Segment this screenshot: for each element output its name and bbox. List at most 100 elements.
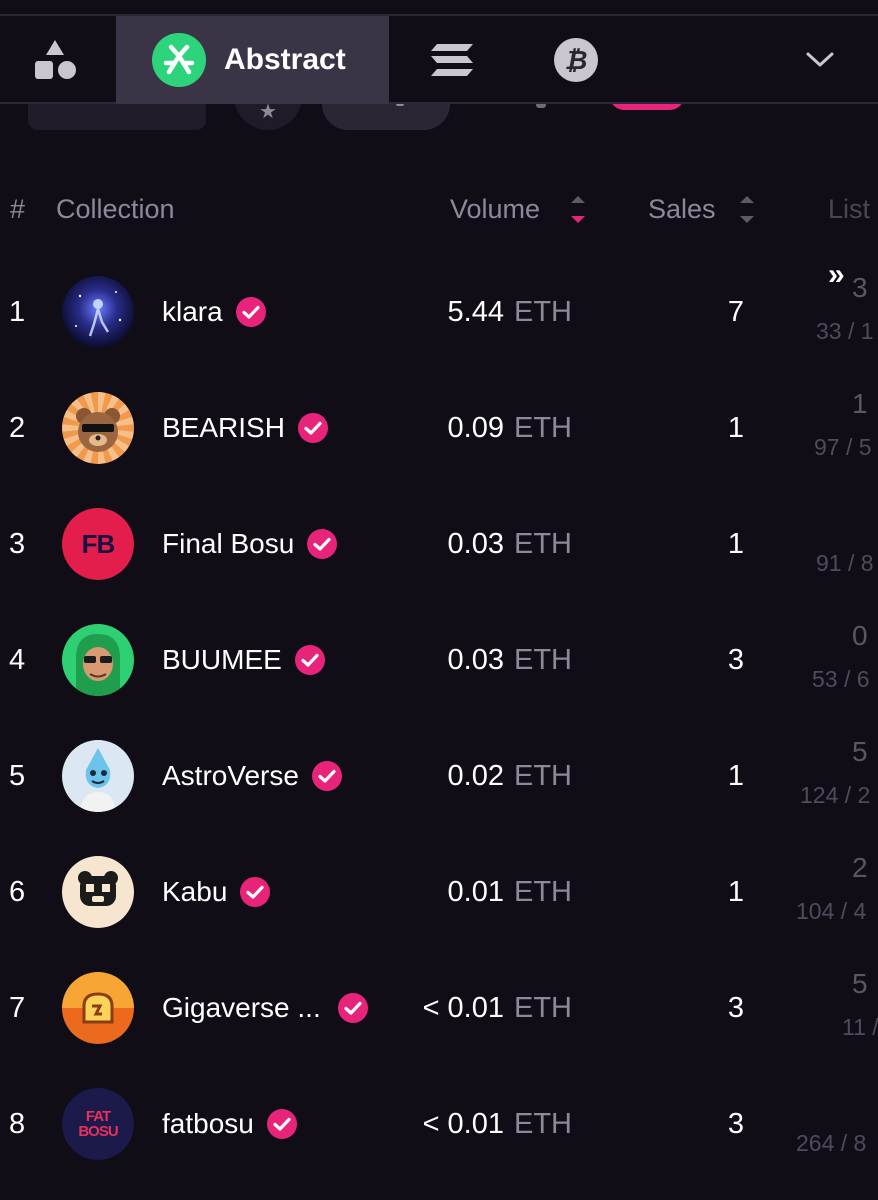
row-rank: 2 xyxy=(9,412,26,444)
collection-avatar xyxy=(62,276,134,348)
volume-cell: 0.03 ETH xyxy=(448,644,572,677)
row-rank: 4 xyxy=(9,644,26,676)
listed-ratio: 33 / 1 xyxy=(816,318,874,344)
collection-name-cell: Gigaverse ... xyxy=(162,992,369,1024)
table-row[interactable]: 1 klara 5.44 ETH 7 3 33 / 1 xyxy=(0,256,878,372)
header-rank: # xyxy=(10,194,26,224)
listed-ratio: 264 / 8 xyxy=(796,1130,867,1156)
volume-cell: 0.02 ETH xyxy=(448,760,572,793)
avatar-logo-text: FAT BOSU xyxy=(78,1108,118,1140)
collection-name[interactable]: klara xyxy=(162,296,223,328)
chain-dropdown-button[interactable] xyxy=(770,16,870,104)
tab-abstract[interactable]: Abstract xyxy=(116,16,389,104)
listed-value: 0 xyxy=(852,620,868,651)
volume-value: 0.09 xyxy=(447,412,504,444)
volume-value: 5.44 xyxy=(447,296,504,328)
verified-badge-icon xyxy=(240,877,271,907)
volume-unit: ETH xyxy=(514,296,572,328)
listed-ratio: 124 / 2 xyxy=(800,782,871,808)
volume-cell: 0.09 ETH xyxy=(448,412,572,445)
sales-value: 3 xyxy=(727,992,744,1024)
volume-value: 0.01 xyxy=(447,876,504,908)
collection-name-cell: Final Bosu xyxy=(162,528,338,560)
collection-avatar: FAT BOSU xyxy=(62,1088,134,1160)
collection-name[interactable]: Final Bosu xyxy=(162,528,294,560)
tab-abstract-label: Abstract xyxy=(224,43,346,76)
verified-badge-icon xyxy=(266,1109,297,1139)
collection-name[interactable]: AstroVerse xyxy=(162,760,299,792)
solana-logo-icon xyxy=(431,44,473,76)
sales-value: 1 xyxy=(727,876,744,908)
tab-solana[interactable] xyxy=(400,16,504,104)
volume-cell: < 0.01 ETH xyxy=(423,992,572,1025)
volume-unit: ETH xyxy=(514,992,572,1024)
header-volume-sort[interactable]: Volume xyxy=(450,194,540,225)
listed-value: 2 xyxy=(852,852,868,883)
verified-badge-icon xyxy=(311,761,342,791)
row-rank: 8 xyxy=(9,1108,26,1140)
bitcoin-logo-icon: ₿ xyxy=(554,38,598,82)
table-row[interactable]: 4 BUUMEE 0.03 ETH 3 0 53 / 6 xyxy=(0,604,878,720)
tab-all-chains[interactable] xyxy=(0,16,110,104)
collection-name[interactable]: BEARISH xyxy=(162,412,285,444)
listed-ratio: 104 / 4 xyxy=(796,898,867,924)
tab-bitcoin[interactable]: ₿ xyxy=(526,16,626,104)
volume-sort-icon[interactable] xyxy=(571,196,585,226)
collection-avatar xyxy=(62,740,134,812)
collections-page: Abstract ₿ ★ # Collection Volume Sales L… xyxy=(0,0,878,1200)
collection-name[interactable]: fatbosu xyxy=(162,1108,254,1140)
sales-sort-icon[interactable] xyxy=(740,196,754,226)
volume-value: 0.02 xyxy=(447,760,504,792)
volume-value: < 0.01 xyxy=(422,992,504,1024)
sales-value: 7 xyxy=(727,296,744,328)
listed-ratio: 91 / 8 xyxy=(816,550,874,576)
volume-unit: ETH xyxy=(514,760,572,792)
table-row[interactable]: 7 Gigaverse ... < 0.01 ETH 3 5 11 / xyxy=(0,952,878,1068)
table-row[interactable]: 8 FAT BOSU fatbosu < 0.01 ETH 3 264 / 8 xyxy=(0,1068,878,1184)
collection-name-cell: BUUMEE xyxy=(162,644,326,676)
verified-badge-icon xyxy=(337,993,368,1023)
volume-cell: < 0.01 ETH xyxy=(423,1108,572,1141)
header-listed[interactable]: List xyxy=(828,194,870,225)
row-rank: 1 xyxy=(9,296,26,328)
table-row[interactable]: 2 BEARISH 0.09 ETH 1 1 97 / 5 xyxy=(0,372,878,488)
collection-avatar xyxy=(62,392,134,464)
listed-value: 5 xyxy=(852,968,868,999)
listed-value: 5 xyxy=(852,736,868,767)
collection-avatar xyxy=(62,624,134,696)
table-header: # Collection Volume Sales List xyxy=(0,182,878,238)
row-rank: 3 xyxy=(9,528,26,560)
volume-unit: ETH xyxy=(514,528,572,560)
sales-value: 1 xyxy=(727,412,744,444)
table-row[interactable]: 5 AstroVerse 0.02 ETH 1 5 124 / 2 xyxy=(0,720,878,836)
table-row[interactable]: 6 Kabu 0.01 ETH 1 2 104 / 4 xyxy=(0,836,878,952)
sales-value: 3 xyxy=(727,644,744,676)
row-rank: 6 xyxy=(9,876,26,908)
listed-value: 3 xyxy=(852,272,868,303)
collection-avatar xyxy=(62,972,134,1044)
volume-value: < 0.01 xyxy=(422,1108,504,1140)
chevron-down-icon xyxy=(806,52,834,67)
volume-cell: 0.03 ETH xyxy=(448,528,572,561)
collection-avatar: FB xyxy=(62,508,134,580)
collection-name[interactable]: BUUMEE xyxy=(162,644,282,676)
volume-value: 0.03 xyxy=(447,528,504,560)
chain-tabs: Abstract ₿ xyxy=(0,16,878,104)
verified-badge-icon xyxy=(307,529,338,559)
collection-name[interactable]: Gigaverse ... xyxy=(162,992,321,1024)
avatar-logo-text: FB xyxy=(81,528,116,559)
verified-badge-icon xyxy=(235,297,266,327)
verified-badge-icon xyxy=(297,413,328,443)
sales-value: 1 xyxy=(727,760,744,792)
volume-unit: ETH xyxy=(514,876,572,908)
volume-cell: 0.01 ETH xyxy=(448,876,572,909)
collection-name-cell: BEARISH xyxy=(162,412,329,444)
table-row[interactable]: 3 FB Final Bosu 0.03 ETH 1 91 / 8 xyxy=(0,488,878,604)
verified-badge-icon xyxy=(294,645,325,675)
collection-name[interactable]: Kabu xyxy=(162,876,227,908)
collection-name-cell: fatbosu xyxy=(162,1108,298,1140)
volume-cell: 5.44 ETH xyxy=(448,296,572,329)
sales-value: 1 xyxy=(727,528,744,560)
listed-value: 1 xyxy=(852,388,868,419)
header-sales-sort[interactable]: Sales xyxy=(648,194,716,225)
